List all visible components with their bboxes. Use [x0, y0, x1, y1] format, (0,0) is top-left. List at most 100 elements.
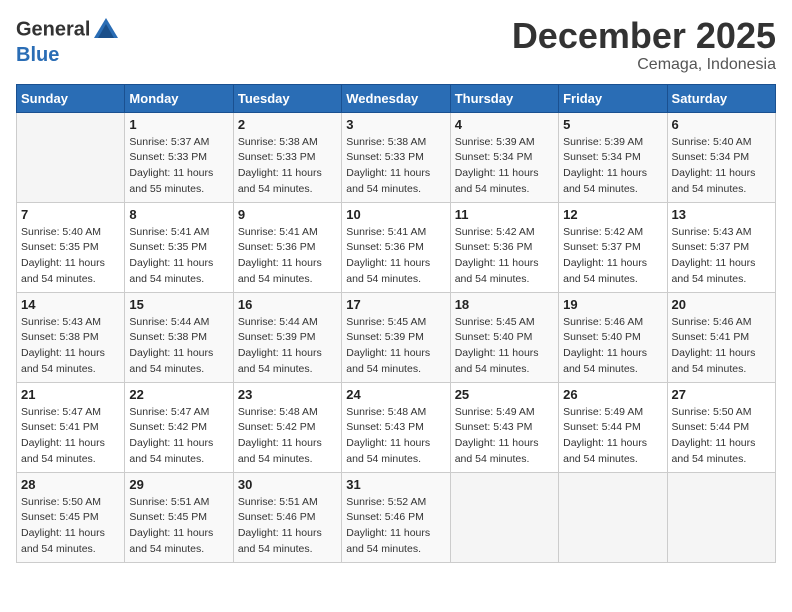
day-info: Sunrise: 5:47 AMSunset: 5:42 PMDaylight:… — [129, 405, 228, 468]
column-header-friday: Friday — [559, 84, 667, 112]
day-number: 11 — [455, 207, 554, 222]
day-info: Sunrise: 5:43 AMSunset: 5:38 PMDaylight:… — [21, 315, 120, 378]
calendar-cell: 23 Sunrise: 5:48 AMSunset: 5:42 PMDayligh… — [233, 382, 341, 472]
day-info: Sunrise: 5:42 AMSunset: 5:36 PMDaylight:… — [455, 225, 554, 288]
day-info: Sunrise: 5:37 AMSunset: 5:33 PMDaylight:… — [129, 135, 228, 198]
day-number: 9 — [238, 207, 337, 222]
calendar-cell: 11 Sunrise: 5:42 AMSunset: 5:36 PMDayligh… — [450, 202, 558, 292]
column-header-wednesday: Wednesday — [342, 84, 450, 112]
day-number: 5 — [563, 117, 662, 132]
day-number: 8 — [129, 207, 228, 222]
day-info: Sunrise: 5:49 AMSunset: 5:44 PMDaylight:… — [563, 405, 662, 468]
calendar-cell: 9 Sunrise: 5:41 AMSunset: 5:36 PMDaylight… — [233, 202, 341, 292]
calendar-cell: 7 Sunrise: 5:40 AMSunset: 5:35 PMDaylight… — [17, 202, 125, 292]
day-info: Sunrise: 5:52 AMSunset: 5:46 PMDaylight:… — [346, 495, 445, 558]
day-info: Sunrise: 5:48 AMSunset: 5:42 PMDaylight:… — [238, 405, 337, 468]
calendar-cell: 15Sunrise: 5:44 AMSunset: 5:38 PMDayligh… — [125, 292, 233, 382]
logo: GeneralBlue — [16, 16, 120, 66]
day-number: 27 — [672, 387, 771, 402]
day-info: Sunrise: 5:50 AMSunset: 5:45 PMDaylight:… — [21, 495, 120, 558]
title-block: December 2025 Cemaga, Indonesia — [512, 16, 776, 74]
day-number: 14 — [21, 297, 120, 312]
calendar-cell: 29 Sunrise: 5:51 AMSunset: 5:45 PMDayligh… — [125, 472, 233, 562]
day-number: 4 — [455, 117, 554, 132]
day-info: Sunrise: 5:40 AMSunset: 5:35 PMDaylight:… — [21, 225, 120, 288]
day-number: 31 — [346, 477, 445, 492]
day-info: Sunrise: 5:47 AMSunset: 5:41 PMDaylight:… — [21, 405, 120, 468]
calendar-cell — [667, 472, 775, 562]
day-info: Sunrise: 5:51 AMSunset: 5:46 PMDaylight:… — [238, 495, 337, 558]
day-info: Sunrise: 5:39 AMSunset: 5:34 PMDaylight:… — [563, 135, 662, 198]
calendar-cell: 10 Sunrise: 5:41 AMSunset: 5:36 PMDayligh… — [342, 202, 450, 292]
calendar-cell: 24 Sunrise: 5:48 AMSunset: 5:43 PMDayligh… — [342, 382, 450, 472]
calendar-cell: 12 Sunrise: 5:42 AMSunset: 5:37 PMDayligh… — [559, 202, 667, 292]
day-number: 22 — [129, 387, 228, 402]
day-info: Sunrise: 5:49 AMSunset: 5:43 PMDaylight:… — [455, 405, 554, 468]
calendar-table: SundayMondayTuesdayWednesdayThursdayFrid… — [16, 84, 776, 563]
calendar-cell: 14 Sunrise: 5:43 AMSunset: 5:38 PMDayligh… — [17, 292, 125, 382]
column-header-saturday: Saturday — [667, 84, 775, 112]
calendar-cell: 3 Sunrise: 5:38 AMSunset: 5:33 PMDaylight… — [342, 112, 450, 202]
calendar-cell — [450, 472, 558, 562]
column-header-thursday: Thursday — [450, 84, 558, 112]
day-number: 24 — [346, 387, 445, 402]
calendar-cell: 2 Sunrise: 5:38 AMSunset: 5:33 PMDaylight… — [233, 112, 341, 202]
calendar-cell: 18 Sunrise: 5:45 AMSunset: 5:40 PMDayligh… — [450, 292, 558, 382]
calendar-cell: 16 Sunrise: 5:44 AMSunset: 5:39 PMDayligh… — [233, 292, 341, 382]
day-number: 29 — [129, 477, 228, 492]
calendar-cell: 31 Sunrise: 5:52 AMSunset: 5:46 PMDayligh… — [342, 472, 450, 562]
day-number: 16 — [238, 297, 337, 312]
calendar-cell: 21 Sunrise: 5:47 AMSunset: 5:41 PMDayligh… — [17, 382, 125, 472]
calendar-cell: 25 Sunrise: 5:49 AMSunset: 5:43 PMDayligh… — [450, 382, 558, 472]
day-info: Sunrise: 5:42 AMSunset: 5:37 PMDaylight:… — [563, 225, 662, 288]
day-number: 10 — [346, 207, 445, 222]
calendar-cell — [17, 112, 125, 202]
page-header: GeneralBlue December 2025 Cemaga, Indone… — [16, 16, 776, 74]
day-number: 13 — [672, 207, 771, 222]
day-number: 20 — [672, 297, 771, 312]
column-header-monday: Monday — [125, 84, 233, 112]
day-number: 21 — [21, 387, 120, 402]
day-number: 25 — [455, 387, 554, 402]
day-info: Sunrise: 5:38 AMSunset: 5:33 PMDaylight:… — [238, 135, 337, 198]
day-number: 12 — [563, 207, 662, 222]
day-info: Sunrise: 5:45 AMSunset: 5:40 PMDaylight:… — [455, 315, 554, 378]
day-info: Sunrise: 5:44 AMSunset: 5:38 PMDaylight:… — [129, 315, 228, 378]
month-title: December 2025 — [512, 16, 776, 56]
day-number: 3 — [346, 117, 445, 132]
day-info: Sunrise: 5:38 AMSunset: 5:33 PMDaylight:… — [346, 135, 445, 198]
day-number: 18 — [455, 297, 554, 312]
calendar-cell: 27 Sunrise: 5:50 AMSunset: 5:44 PMDayligh… — [667, 382, 775, 472]
calendar-cell: 30Sunrise: 5:51 AMSunset: 5:46 PMDayligh… — [233, 472, 341, 562]
column-header-sunday: Sunday — [17, 84, 125, 112]
day-number: 1 — [129, 117, 228, 132]
day-number: 23 — [238, 387, 337, 402]
day-number: 7 — [21, 207, 120, 222]
logo-text: GeneralBlue — [16, 16, 120, 66]
day-info: Sunrise: 5:40 AMSunset: 5:34 PMDaylight:… — [672, 135, 771, 198]
day-info: Sunrise: 5:51 AMSunset: 5:45 PMDaylight:… — [129, 495, 228, 558]
day-info: Sunrise: 5:44 AMSunset: 5:39 PMDaylight:… — [238, 315, 337, 378]
day-number: 26 — [563, 387, 662, 402]
day-number: 2 — [238, 117, 337, 132]
day-number: 6 — [672, 117, 771, 132]
day-info: Sunrise: 5:48 AMSunset: 5:43 PMDaylight:… — [346, 405, 445, 468]
calendar-cell — [559, 472, 667, 562]
calendar-cell: 8Sunrise: 5:41 AMSunset: 5:35 PMDaylight… — [125, 202, 233, 292]
calendar-cell: 19Sunrise: 5:46 AMSunset: 5:40 PMDayligh… — [559, 292, 667, 382]
day-info: Sunrise: 5:45 AMSunset: 5:39 PMDaylight:… — [346, 315, 445, 378]
day-info: Sunrise: 5:46 AMSunset: 5:41 PMDaylight:… — [672, 315, 771, 378]
day-info: Sunrise: 5:41 AMSunset: 5:36 PMDaylight:… — [346, 225, 445, 288]
calendar-cell: 22 Sunrise: 5:47 AMSunset: 5:42 PMDayligh… — [125, 382, 233, 472]
calendar-cell: 13 Sunrise: 5:43 AMSunset: 5:37 PMDayligh… — [667, 202, 775, 292]
calendar-cell: 5 Sunrise: 5:39 AMSunset: 5:34 PMDaylight… — [559, 112, 667, 202]
day-info: Sunrise: 5:39 AMSunset: 5:34 PMDaylight:… — [455, 135, 554, 198]
calendar-cell: 28 Sunrise: 5:50 AMSunset: 5:45 PMDayligh… — [17, 472, 125, 562]
day-number: 28 — [21, 477, 120, 492]
day-info: Sunrise: 5:43 AMSunset: 5:37 PMDaylight:… — [672, 225, 771, 288]
calendar-cell: 26 Sunrise: 5:49 AMSunset: 5:44 PMDayligh… — [559, 382, 667, 472]
location: Cemaga, Indonesia — [512, 56, 776, 74]
day-info: Sunrise: 5:41 AMSunset: 5:36 PMDaylight:… — [238, 225, 337, 288]
day-info: Sunrise: 5:50 AMSunset: 5:44 PMDaylight:… — [672, 405, 771, 468]
calendar-cell: 6 Sunrise: 5:40 AMSunset: 5:34 PMDaylight… — [667, 112, 775, 202]
